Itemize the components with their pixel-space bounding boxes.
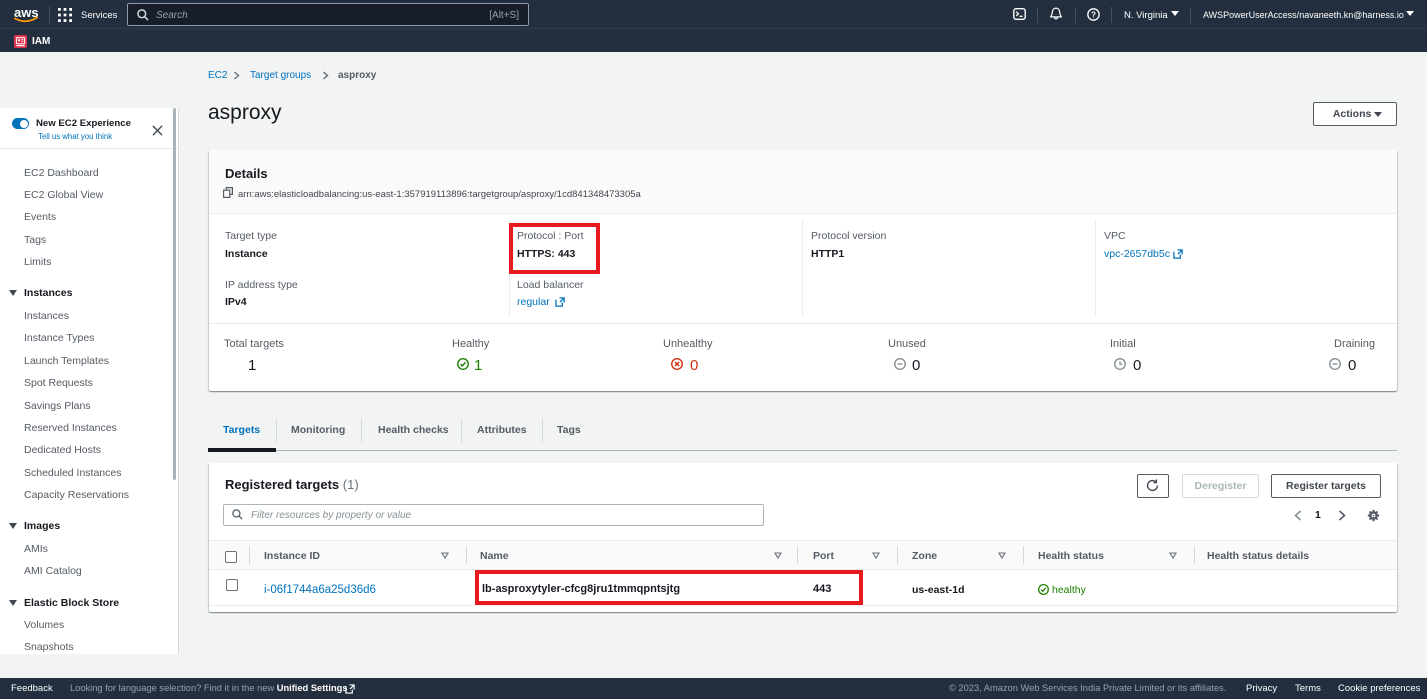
svg-text:?: ? bbox=[1091, 10, 1096, 19]
